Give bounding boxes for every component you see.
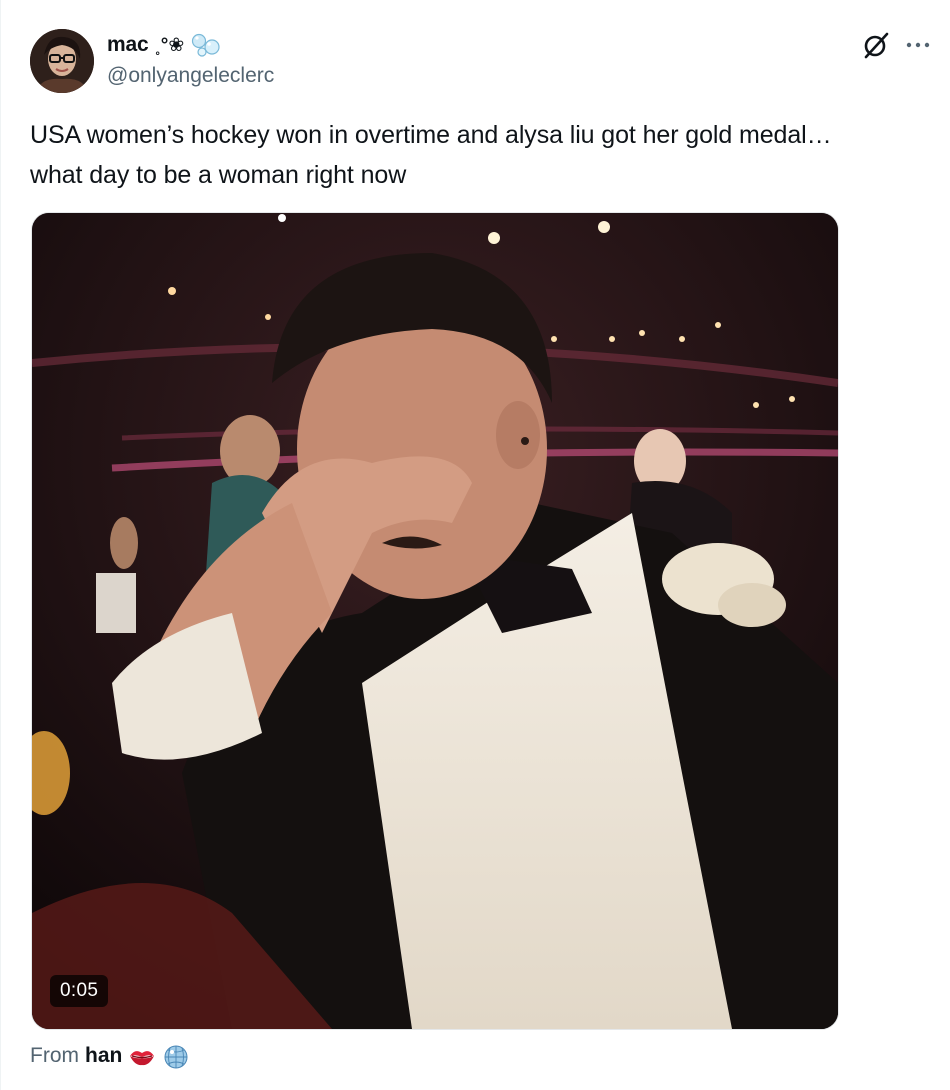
attribution-prefix: From [30,1044,79,1067]
avatar-image [30,29,94,93]
author-handle[interactable]: @onlyangeleclerc [107,64,274,88]
author-name-decoration: ˳°❀ [154,34,185,56]
tweet-text: USA women’s hockey won in overtime and a… [30,121,832,189]
kiss-mark-icon [130,1051,155,1066]
video-frame [32,213,838,1029]
author-display-name[interactable]: mac [107,33,149,57]
tweet-card: mac ˳°❀ @onlyangeleclerc USA women’s hoc… [0,0,950,1090]
avatar[interactable] [30,29,94,93]
video-duration: 0:05 [50,975,109,1007]
author-name-row[interactable]: mac ˳°❀ [107,32,222,58]
tweet-actions-top [861,30,933,60]
bubbles-icon [190,32,222,58]
media-attribution[interactable]: From han [30,1041,190,1071]
disco-ball-icon [164,1045,188,1069]
more-options-icon[interactable] [903,30,933,60]
video-player[interactable]: 0:05 [31,212,839,1030]
grok-icon[interactable] [861,30,891,60]
attribution-name[interactable]: han [85,1044,122,1068]
